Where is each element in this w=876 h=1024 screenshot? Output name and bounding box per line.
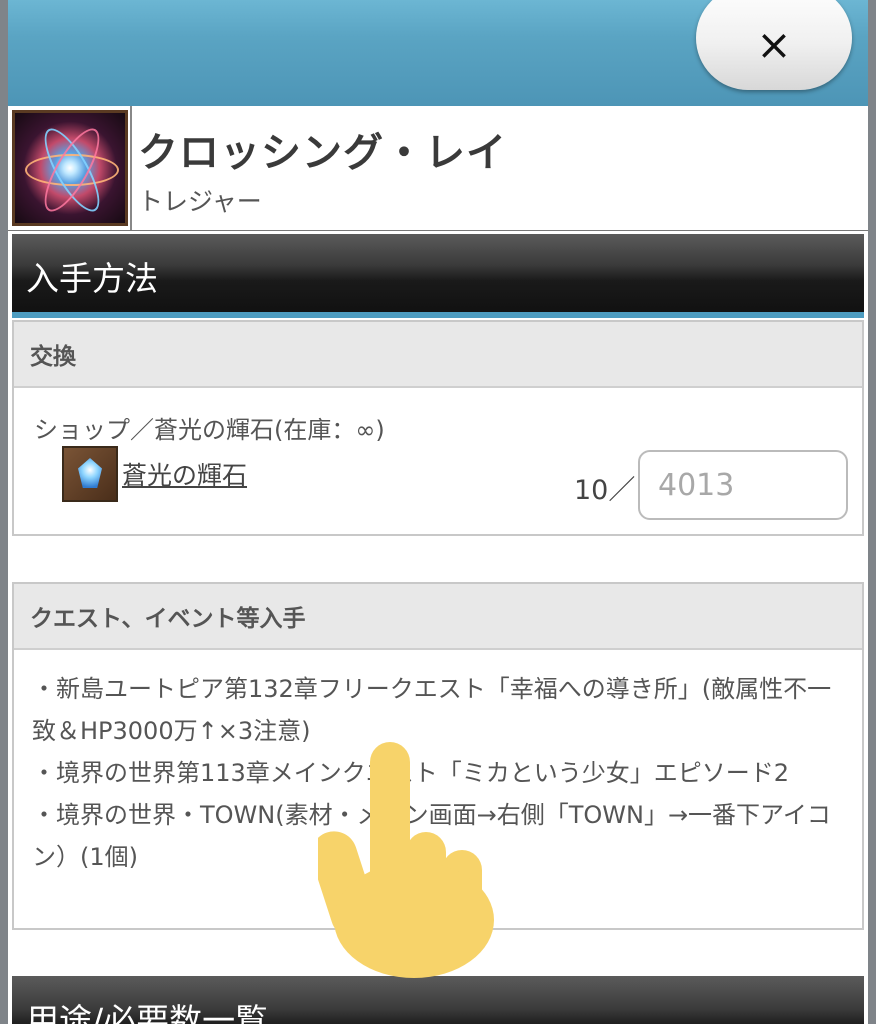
list-item: ・境界の世界第113章メインクエスト「ミカという少女」エピソード2 bbox=[32, 759, 790, 787]
blue-gem-icon bbox=[62, 446, 118, 502]
item-type: トレジャー bbox=[138, 187, 262, 216]
quest-box: クエスト、イベント等入手 ・新島ユートピア第132章フリークエスト「幸福への導き… bbox=[12, 582, 864, 930]
quest-list: ・新島ユートピア第132章フリークエスト「幸福への導き所」(敵属性不一致＆HP3… bbox=[32, 668, 844, 878]
close-icon: × bbox=[756, 20, 792, 69]
section-header-acquisition: 入手方法 bbox=[12, 234, 864, 318]
exchange-box: 交換 ショップ／蒼光の輝石(在庫：∞) 蒼光の輝石 10／ bbox=[12, 320, 864, 536]
item-detail-panel: × クロッシング・レイ トレジャー 入手方法 交換 ショップ／蒼光の輝石(在庫：… bbox=[8, 0, 868, 1024]
top-bar: × bbox=[8, 0, 868, 107]
shop-line: ショップ／蒼光の輝石(在庫：∞) bbox=[34, 416, 385, 444]
currency-link[interactable]: 蒼光の輝石 bbox=[122, 456, 247, 492]
item-header: クロッシング・レイ トレジャー bbox=[8, 106, 868, 231]
section-title: 入手方法 bbox=[26, 259, 158, 298]
section-header-usage: 用途/必要数一覧 bbox=[12, 976, 864, 1024]
list-item: ・新島ユートピア第132章フリークエスト「幸福への導き所」(敵属性不一致＆HP3… bbox=[32, 675, 832, 745]
crossing-ray-atom-icon bbox=[12, 110, 128, 226]
required-count: 10／ bbox=[574, 475, 636, 506]
quantity-input[interactable] bbox=[638, 450, 848, 520]
list-item: ・境界の世界・TOWN(素材・メイン画面→右側「TOWN」→一番下アイコン）(1… bbox=[32, 801, 831, 871]
item-name: クロッシング・レイ bbox=[138, 130, 507, 176]
quest-header: クエスト、イベント等入手 bbox=[14, 584, 862, 650]
section-title: 用途/必要数一覧 bbox=[26, 1001, 269, 1024]
close-button[interactable]: × bbox=[696, 0, 852, 90]
exchange-header: 交換 bbox=[14, 322, 862, 388]
divider bbox=[130, 106, 132, 230]
